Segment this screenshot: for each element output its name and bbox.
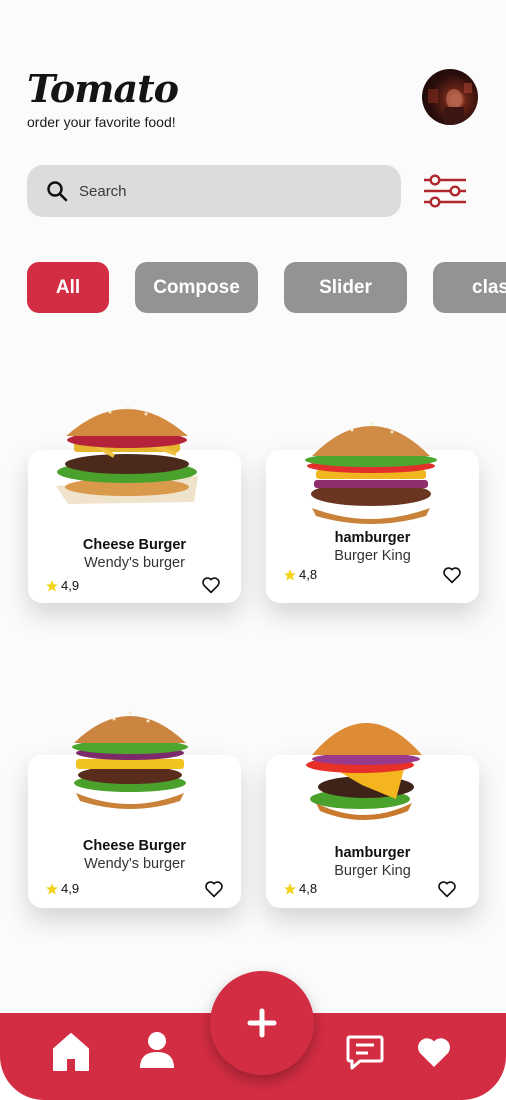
product-name: Cheese Burger	[82, 838, 187, 854]
burger-image	[56, 406, 198, 504]
chip-label: clas	[472, 276, 506, 298]
heart-outline-icon[interactable]	[201, 576, 221, 594]
chip-label: Compose	[153, 276, 240, 298]
product-card[interactable]: Cheese Burger Wendy's burger 4,9	[28, 406, 241, 603]
product-card[interactable]: hamburger Burger King 4,8	[266, 723, 479, 908]
burger-image	[305, 422, 437, 524]
star-icon	[46, 882, 58, 895]
search-bar[interactable]	[27, 165, 401, 217]
chip-all[interactable]: All	[27, 262, 109, 313]
product-name: hamburger	[334, 530, 411, 546]
profile-icon[interactable]	[139, 1031, 175, 1069]
heart-outline-icon[interactable]	[442, 566, 462, 584]
star-icon	[284, 882, 296, 895]
chip-label: Slider	[319, 276, 372, 298]
product-rating: 4,8	[283, 881, 317, 896]
product-card[interactable]: Cheese Burger Wendy's burger 4,9	[28, 711, 241, 908]
product-rating: 4,9	[45, 578, 79, 593]
app-tagline: order your favorite food!	[27, 114, 176, 130]
add-icon	[247, 1008, 277, 1038]
heart-outline-icon[interactable]	[204, 880, 224, 898]
rating-value: 4,9	[61, 578, 80, 593]
product-brand: Wendy's burger	[84, 856, 185, 872]
rating-value: 4,8	[299, 881, 318, 896]
heart-outline-icon[interactable]	[437, 880, 457, 898]
product-rating: 4,8	[283, 567, 317, 582]
filter-sliders-icon[interactable]	[420, 171, 470, 211]
chip-compose[interactable]: Compose	[135, 262, 258, 313]
avatar-photo	[428, 83, 472, 125]
search-input[interactable]	[79, 182, 379, 200]
app-screen: Tomato order your favorite food! All Com…	[0, 0, 506, 1100]
product-brand: Burger King	[334, 548, 411, 564]
product-rating: 4,9	[45, 881, 79, 896]
app-title: Tomato	[27, 66, 179, 111]
product-name: Cheese Burger	[82, 537, 187, 553]
chip-slider[interactable]: Slider	[284, 262, 407, 313]
home-icon[interactable]	[52, 1032, 90, 1072]
add-button[interactable]	[210, 971, 314, 1075]
header: Tomato order your favorite food!	[27, 66, 179, 130]
burger-image	[72, 711, 188, 809]
chip-label: All	[55, 276, 81, 298]
product-brand: Burger King	[334, 863, 411, 879]
rating-value: 4,8	[299, 567, 318, 582]
search-icon	[47, 181, 68, 202]
product-name: hamburger	[334, 845, 411, 861]
burger-image	[306, 723, 422, 820]
heart-icon[interactable]	[416, 1035, 452, 1069]
product-brand: Wendy's burger	[84, 555, 185, 571]
category-chips: All Compose Slider clas	[27, 262, 506, 313]
rating-value: 4,9	[61, 881, 80, 896]
chip-clas[interactable]: clas	[433, 262, 506, 313]
product-card[interactable]: hamburger Burger King 4,8	[266, 422, 479, 603]
star-icon	[46, 579, 58, 592]
avatar[interactable]	[422, 69, 478, 125]
chat-icon[interactable]	[346, 1035, 384, 1071]
star-icon	[284, 568, 296, 581]
